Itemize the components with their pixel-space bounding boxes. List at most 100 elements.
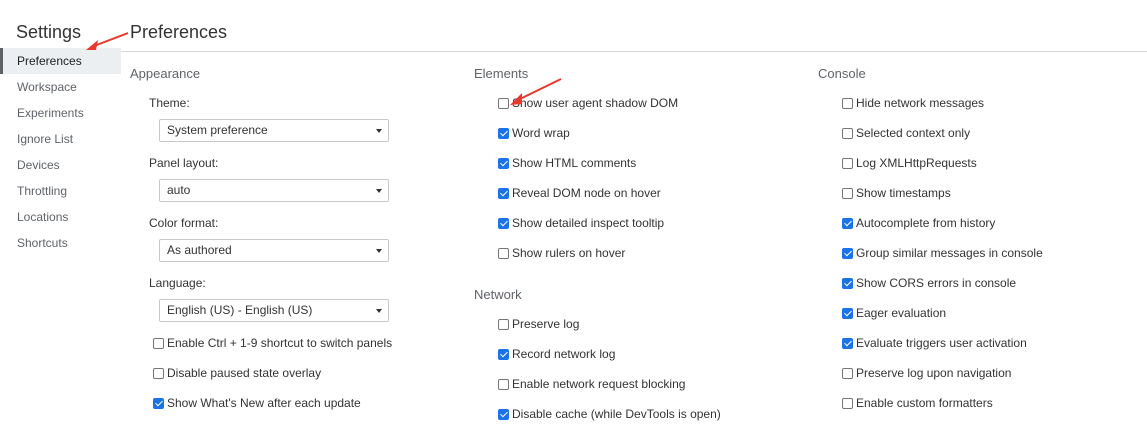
checkbox[interactable] <box>842 187 853 199</box>
panel-layout-select[interactable]: auto <box>159 179 389 202</box>
checkbox-row[interactable]: Show HTML comments <box>498 154 636 172</box>
checkbox[interactable] <box>842 127 853 139</box>
checkbox-row[interactable]: Preserve log <box>498 315 579 333</box>
section-title-network: Network <box>474 287 522 302</box>
checkbox-row[interactable]: Show What's New after each update <box>153 394 361 412</box>
checkbox-label: Autocomplete from history <box>856 216 996 230</box>
checkbox-label: Evaluate triggers user activation <box>856 336 1027 350</box>
checkbox[interactable] <box>842 367 853 379</box>
checkbox-row[interactable]: Preserve log upon navigation <box>842 364 1011 382</box>
checkbox-label: Enable custom formatters <box>856 396 993 410</box>
checkbox[interactable] <box>498 217 509 229</box>
chevron-down-icon <box>376 129 382 133</box>
color-format-label: Color format: <box>149 216 219 230</box>
checkbox[interactable] <box>498 378 509 390</box>
sidebar-item-experiments[interactable]: Experiments <box>0 100 121 126</box>
settings-nav: Preferences Workspace Experiments Ignore… <box>0 48 121 256</box>
checkbox-row[interactable]: Evaluate triggers user activation <box>842 334 1027 352</box>
checkbox[interactable] <box>498 247 509 259</box>
chevron-down-icon <box>376 309 382 313</box>
theme-label: Theme: <box>149 96 190 110</box>
checkbox-row[interactable]: Show detailed inspect tooltip <box>498 214 664 232</box>
panel-layout-label: Panel layout: <box>149 156 219 170</box>
color-format-select[interactable]: As authored <box>159 239 389 262</box>
checkbox-row[interactable]: Show user agent shadow DOM <box>498 94 678 112</box>
checkbox-row[interactable]: Show rulers on hover <box>498 244 625 262</box>
checkbox[interactable] <box>842 307 853 319</box>
checkbox[interactable] <box>842 217 853 229</box>
checkbox-label: Show CORS errors in console <box>856 276 1017 290</box>
chevron-down-icon <box>376 249 382 253</box>
checkbox-label: Disable cache (while DevTools is open) <box>512 407 721 421</box>
sidebar-item-shortcuts[interactable]: Shortcuts <box>0 230 121 256</box>
checkbox-row[interactable]: Log XMLHttpRequests <box>842 154 977 172</box>
language-select-value: English (US) - English (US) <box>167 303 313 317</box>
checkbox-row[interactable]: Word wrap <box>498 124 570 142</box>
checkbox-label: Show rulers on hover <box>512 246 626 260</box>
checkbox-label: Record network log <box>512 347 616 361</box>
sidebar-item-preferences[interactable]: Preferences <box>0 48 121 74</box>
checkbox[interactable] <box>498 187 509 199</box>
checkbox-label: Disable paused state overlay <box>167 366 322 380</box>
checkbox[interactable] <box>498 348 509 360</box>
checkbox-row[interactable]: Disable cache (while DevTools is open) <box>498 405 721 423</box>
checkbox-row[interactable]: Enable Ctrl + 1-9 shortcut to switch pan… <box>153 334 392 352</box>
language-label: Language: <box>149 276 206 290</box>
checkbox-row[interactable]: Enable network request blocking <box>498 375 685 393</box>
checkbox-row[interactable]: Hide network messages <box>842 94 984 112</box>
checkbox[interactable] <box>842 397 853 409</box>
checkbox-label: Show HTML comments <box>512 156 637 170</box>
checkbox-label: Enable network request blocking <box>512 377 686 391</box>
section-title-console: Console <box>818 66 866 81</box>
checkbox[interactable] <box>498 97 509 109</box>
settings-sidebar: Settings Preferences Workspace Experimen… <box>0 0 121 431</box>
sidebar-item-ignore-list[interactable]: Ignore List <box>0 126 121 152</box>
checkbox-row[interactable]: Autocomplete from history <box>842 214 995 232</box>
checkbox-row[interactable]: Eager evaluation <box>842 304 946 322</box>
checkbox[interactable] <box>842 247 853 259</box>
checkbox-row[interactable]: Reveal DOM node on hover <box>498 184 661 202</box>
checkbox[interactable] <box>153 337 164 349</box>
checkbox[interactable] <box>498 127 509 139</box>
language-select[interactable]: English (US) - English (US) <box>159 299 389 322</box>
checkbox[interactable] <box>153 397 164 409</box>
checkbox-row[interactable]: Group similar messages in console <box>842 244 1043 262</box>
checkbox[interactable] <box>153 367 164 379</box>
title-divider <box>121 51 1147 52</box>
checkbox[interactable] <box>842 157 853 169</box>
checkbox-label: Enable Ctrl + 1-9 shortcut to switch pan… <box>167 336 393 350</box>
checkbox-label: Show user agent shadow DOM <box>512 96 679 110</box>
checkbox-label: Selected context only <box>856 126 971 140</box>
checkbox[interactable] <box>498 157 509 169</box>
chevron-down-icon <box>376 189 382 193</box>
checkbox-label: Eager evaluation <box>856 306 947 320</box>
checkbox-label: Show timestamps <box>856 186 951 200</box>
page-title: Preferences <box>130 22 228 42</box>
theme-select[interactable]: System preference <box>159 119 389 142</box>
checkbox[interactable] <box>498 318 509 330</box>
sidebar-item-throttling[interactable]: Throttling <box>0 178 121 204</box>
checkbox-label: Preserve log <box>512 317 580 331</box>
section-title-elements: Elements <box>474 66 529 81</box>
checkbox-label: Word wrap <box>512 126 570 140</box>
color-format-select-value: As authored <box>167 243 232 257</box>
section-title-appearance: Appearance <box>130 66 201 81</box>
checkbox-row[interactable]: Record network log <box>498 345 615 363</box>
checkbox-label: Preserve log upon navigation <box>856 366 1012 380</box>
checkbox-label: Show detailed inspect tooltip <box>512 216 665 230</box>
theme-select-value: System preference <box>167 123 268 137</box>
sidebar-item-workspace[interactable]: Workspace <box>0 74 121 100</box>
checkbox-label: Show What's New after each update <box>167 396 361 410</box>
checkbox[interactable] <box>498 408 509 420</box>
panel-layout-select-value: auto <box>167 183 191 197</box>
checkbox-row[interactable]: Show CORS errors in console <box>842 274 1016 292</box>
checkbox[interactable] <box>842 337 853 349</box>
checkbox-row[interactable]: Disable paused state overlay <box>153 364 321 382</box>
checkbox-row[interactable]: Enable custom formatters <box>842 394 993 412</box>
checkbox-row[interactable]: Show timestamps <box>842 184 951 202</box>
checkbox[interactable] <box>842 97 853 109</box>
checkbox[interactable] <box>842 277 853 289</box>
checkbox-row[interactable]: Selected context only <box>842 124 970 142</box>
sidebar-item-devices[interactable]: Devices <box>0 152 121 178</box>
sidebar-item-locations[interactable]: Locations <box>0 204 121 230</box>
